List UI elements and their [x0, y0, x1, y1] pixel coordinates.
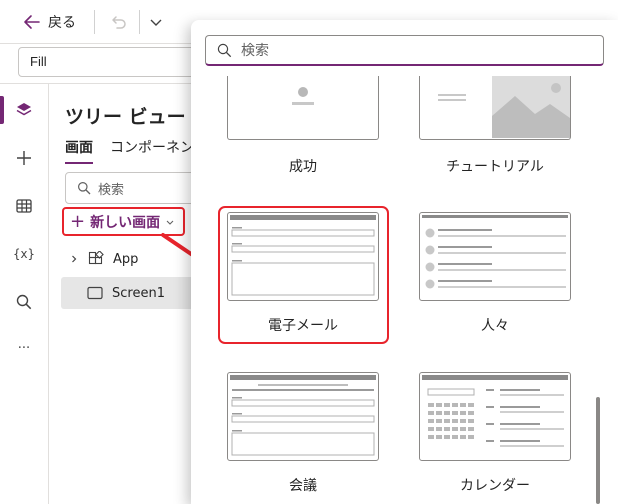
template-meeting[interactable]: 会議: [227, 372, 379, 502]
plus-icon: [17, 151, 31, 165]
new-screen-button[interactable]: + 新しい画面: [62, 207, 186, 236]
template-calendar[interactable]: カレンダー: [419, 372, 571, 502]
back-label: 戻る: [48, 15, 76, 31]
template-label: チュートリアル: [446, 159, 544, 175]
toolbar-divider: [139, 10, 140, 34]
data-button[interactable]: [10, 192, 38, 220]
screen-icon: [87, 286, 103, 300]
template-thumbnail: [419, 372, 571, 461]
tree-view-button[interactable]: [10, 96, 38, 124]
template-label: 会議: [289, 478, 317, 494]
template-label: 成功: [289, 159, 317, 175]
template-thumbnail: [227, 76, 379, 140]
variables-icon[interactable]: {x}: [10, 240, 38, 268]
property-dropdown[interactable]: Fill: [18, 47, 208, 77]
new-screen-label: 新しい画面: [90, 214, 161, 231]
chevron-down-icon[interactable]: [148, 14, 164, 30]
app-icon: [88, 251, 104, 265]
more-icon[interactable]: ···: [10, 334, 38, 362]
template-tutorial[interactable]: チュートリアル: [419, 76, 571, 196]
template-thumbnail: [227, 372, 379, 461]
search-icon: [78, 182, 91, 195]
template-label: 人々: [481, 318, 509, 334]
search-icon: [16, 294, 32, 310]
back-arrow-icon: [24, 15, 40, 29]
template-people[interactable]: 人々: [419, 212, 571, 342]
tab-screens[interactable]: 画面: [65, 137, 93, 164]
back-button[interactable]: 戻る: [22, 10, 76, 34]
plus-icon: +: [70, 210, 86, 232]
search-placeholder: 検索: [98, 182, 125, 198]
new-screen-flyout: 検索 成功 チュートリアル 電子メール 人々 会議 カレンダー: [191, 20, 618, 504]
toolbar-divider: [94, 10, 95, 34]
template-email[interactable]: 電子メール: [227, 212, 379, 342]
layers-icon: [16, 103, 32, 116]
template-label: カレンダー: [460, 478, 530, 494]
chevron-down-icon: [166, 220, 174, 225]
left-rail: {x} ···: [0, 84, 49, 504]
pane-title: ツリー ビュー: [65, 106, 186, 128]
active-indicator: [0, 96, 4, 124]
template-label: 電子メール: [268, 318, 338, 334]
template-thumbnail: [419, 212, 571, 301]
template-thumbnail: [227, 212, 379, 301]
chevron-right-icon: [72, 255, 77, 263]
tree-node-label: App: [113, 251, 139, 267]
search-icon: [217, 43, 232, 57]
undo-icon[interactable]: [108, 12, 128, 32]
insert-button[interactable]: [10, 144, 38, 172]
tab-components[interactable]: コンポーネン: [110, 137, 194, 157]
template-search-input[interactable]: 検索: [205, 35, 604, 66]
flyout-scrollbar[interactable]: [596, 397, 600, 504]
search-placeholder: 検索: [241, 43, 269, 59]
template-success[interactable]: 成功: [227, 76, 379, 196]
template-thumbnail: [419, 76, 571, 140]
table-icon: [16, 199, 32, 213]
tree-node-label: Screen1: [112, 285, 165, 301]
search-button[interactable]: [10, 288, 38, 316]
